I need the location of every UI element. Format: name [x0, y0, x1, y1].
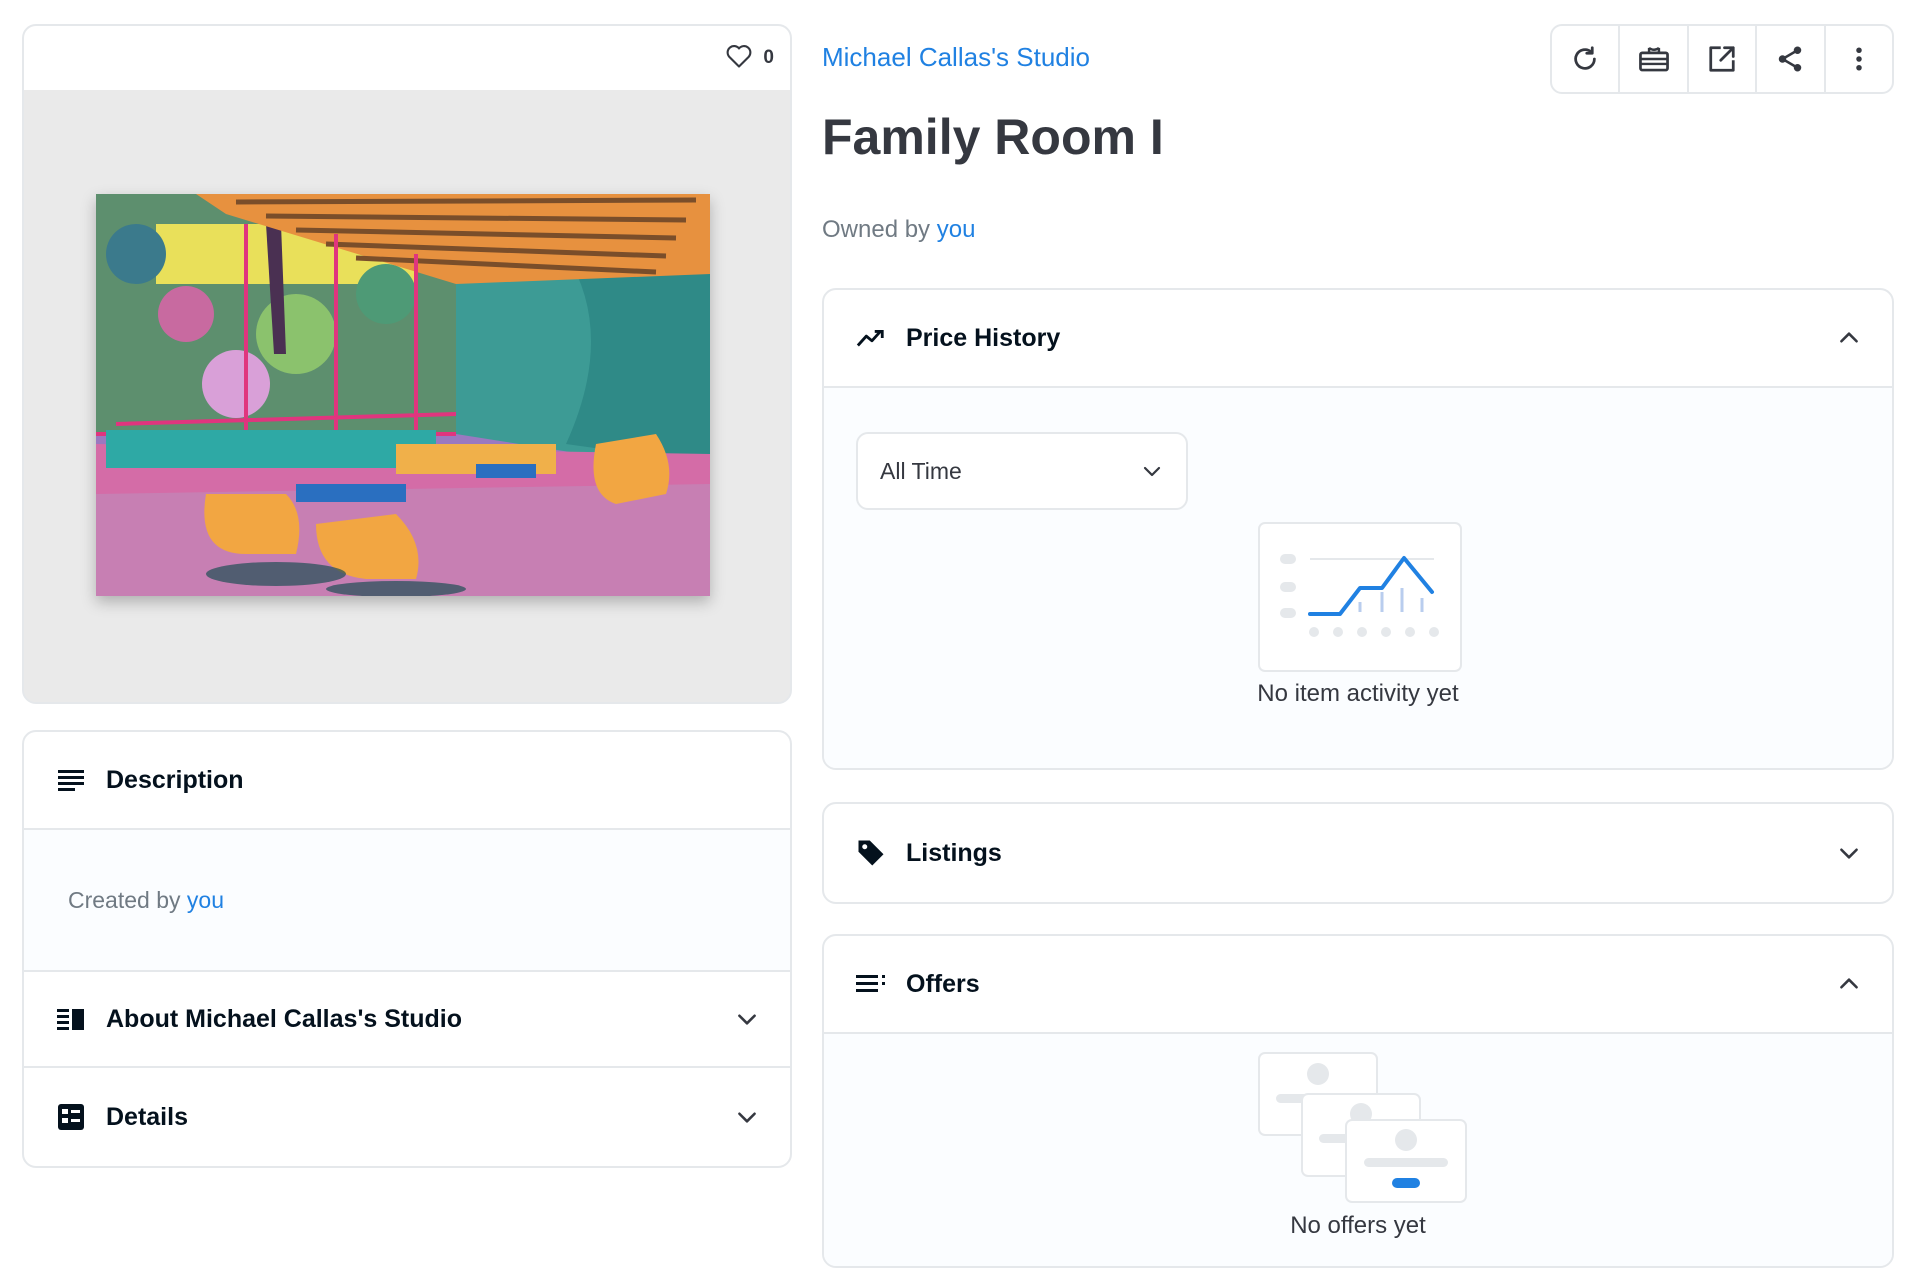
left-column: 0 Description Created by you About Micha… [22, 24, 792, 1168]
created-by-link[interactable]: you [187, 887, 224, 914]
share-icon [1779, 46, 1802, 72]
details-header[interactable]: Details [24, 1068, 790, 1166]
artwork-image-area[interactable] [24, 90, 790, 702]
chevron-down-icon [738, 1112, 756, 1123]
listings-panel: Listings [822, 802, 1894, 904]
description-header[interactable]: Description [24, 732, 790, 830]
time-range-value: All Time [880, 457, 962, 484]
refresh-icon [1574, 46, 1596, 70]
owner-link[interactable]: you [937, 216, 976, 243]
offers-title: Offers [906, 969, 980, 998]
external-link-button[interactable] [1689, 26, 1758, 92]
price-empty-text: No item activity yet [1257, 680, 1459, 707]
listings-header[interactable]: Listings [824, 804, 1892, 902]
artwork-card-header: 0 [24, 26, 790, 90]
price-history-panel: Price History All Time No item activity … [822, 288, 1894, 770]
chevron-down-icon [1840, 848, 1858, 859]
chevron-down-icon [738, 1014, 756, 1025]
artwork-card: 0 [22, 24, 792, 704]
description-title: Description [106, 765, 244, 794]
artwork-image [96, 194, 710, 596]
price-history-title: Price History [906, 323, 1061, 352]
refresh-button[interactable] [1552, 26, 1621, 92]
details-icon [56, 1102, 86, 1132]
description-icon [56, 765, 86, 795]
chevron-up-icon [1840, 332, 1858, 343]
description-panel: Description Created by you About Michael… [22, 730, 792, 1168]
collection-link[interactable]: Michael Callas's Studio [822, 42, 1090, 73]
trending-icon [856, 323, 886, 353]
heart-icon[interactable] [725, 43, 753, 74]
about-header[interactable]: About Michael Callas's Studio [24, 970, 790, 1068]
created-by-text: Created by [68, 886, 181, 913]
transfer-icon [1638, 46, 1669, 72]
offers-empty-text: No offers yet [1290, 1212, 1426, 1239]
about-title: About Michael Callas's Studio [106, 1004, 462, 1033]
favorite-count: 0 [763, 47, 774, 68]
more-icon [1856, 47, 1862, 71]
price-history-header[interactable]: Price History [824, 290, 1892, 388]
empty-chart-illustration [1258, 522, 1462, 672]
transfer-button[interactable] [1620, 26, 1689, 92]
offers-body: No offers yet [824, 1034, 1892, 1266]
price-history-body: All Time No item activity yet [824, 388, 1892, 768]
more-button[interactable] [1826, 26, 1892, 92]
external-link-icon [1709, 46, 1735, 72]
offers-panel: Offers No offers yet [822, 934, 1894, 1268]
owned-by-text: Owned by [822, 216, 931, 243]
tag-icon [856, 838, 886, 868]
item-toolbar [1550, 24, 1894, 94]
share-button[interactable] [1757, 26, 1826, 92]
time-range-select[interactable]: All Time [856, 432, 1188, 510]
chevron-up-icon [1840, 978, 1858, 989]
details-title: Details [106, 1102, 188, 1131]
item-title: Family Room I [822, 109, 1164, 165]
owner-line: Owned by you [822, 216, 975, 244]
listings-title: Listings [906, 838, 1002, 867]
empty-offers-illustration [1258, 1052, 1467, 1203]
description-body: Created by you [24, 830, 790, 970]
chevron-down-icon [1143, 466, 1161, 477]
about-icon [56, 1004, 86, 1034]
offers-list-icon [856, 969, 886, 999]
offers-header[interactable]: Offers [824, 936, 1892, 1034]
